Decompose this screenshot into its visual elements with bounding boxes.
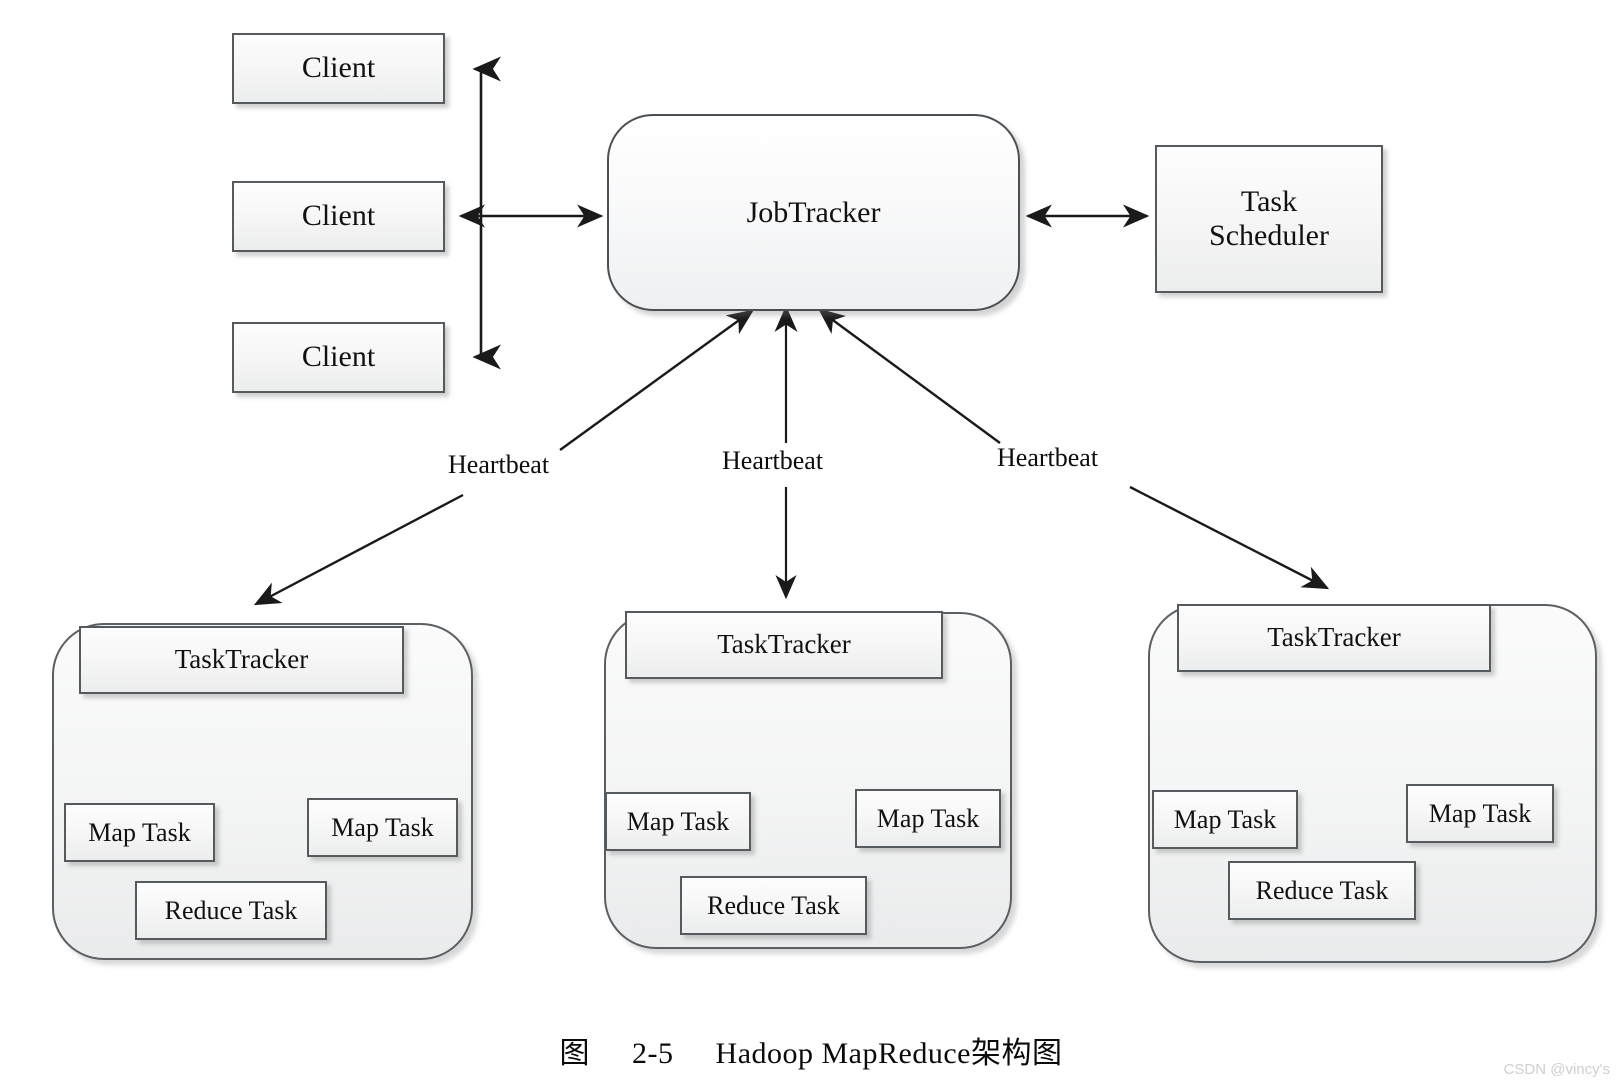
heartbeat-label-2: Heartbeat bbox=[722, 446, 824, 475]
client-box-3[interactable]: Client bbox=[232, 322, 445, 393]
tasktracker-box-1[interactable]: TaskTracker bbox=[79, 626, 404, 694]
figure-caption: 图 2-5 Hadoop MapReduce架构图 bbox=[0, 1028, 1622, 1072]
reduce-task-box-1[interactable]: Reduce Task bbox=[135, 881, 327, 940]
map-task-box-1-right[interactable]: Map Task bbox=[307, 798, 458, 857]
map-task-label: Map Task bbox=[876, 803, 980, 833]
map-task-box-2-left[interactable]: Map Task bbox=[605, 792, 751, 851]
map-task-label: Map Task bbox=[1428, 798, 1532, 828]
tasktracker-label: TaskTracker bbox=[174, 644, 309, 675]
reduce-task-label: Reduce Task bbox=[707, 890, 840, 920]
reduce-task-label: Reduce Task bbox=[1255, 875, 1389, 905]
tasktracker-label: TaskTracker bbox=[717, 629, 851, 660]
caption-number: 2-5 bbox=[632, 1037, 674, 1070]
map-task-box-2-right[interactable]: Map Task bbox=[855, 789, 1001, 848]
task-scheduler-label-line2: Scheduler bbox=[1209, 219, 1329, 252]
map-task-box-3-left[interactable]: Map Task bbox=[1152, 790, 1298, 849]
reduce-task-box-2[interactable]: Reduce Task bbox=[680, 876, 867, 935]
reduce-task-label: Reduce Task bbox=[164, 895, 298, 925]
tasktracker-box-3[interactable]: TaskTracker bbox=[1177, 604, 1491, 672]
tasktracker-label: TaskTracker bbox=[1267, 622, 1401, 653]
client-label: Client bbox=[301, 340, 376, 374]
csdn-watermark: CSDN @vincy's bbox=[1503, 1061, 1610, 1078]
task-scheduler-node[interactable]: Task Scheduler bbox=[1155, 145, 1383, 293]
client-box-1[interactable]: Client bbox=[232, 33, 445, 104]
heartbeat-label-1: Heartbeat bbox=[448, 450, 550, 479]
map-task-label: Map Task bbox=[331, 812, 434, 842]
figure-canvas: Client Client Client JobTracker Task Sch… bbox=[0, 0, 1622, 1086]
jobtracker-label: JobTracker bbox=[746, 195, 881, 229]
map-task-box-1-left[interactable]: Map Task bbox=[64, 803, 215, 862]
task-scheduler-label-line1: Task bbox=[1240, 184, 1298, 218]
map-task-box-3-right[interactable]: Map Task bbox=[1406, 784, 1554, 843]
client-box-2[interactable]: Client bbox=[232, 181, 445, 252]
jobtracker-node[interactable]: JobTracker bbox=[607, 114, 1020, 311]
client-label: Client bbox=[301, 51, 376, 85]
caption-title: Hadoop MapReduce架构图 bbox=[715, 1037, 1063, 1070]
map-task-label: Map Task bbox=[88, 817, 191, 847]
caption-prefix: 图 bbox=[559, 1037, 591, 1070]
map-task-label: Map Task bbox=[1173, 804, 1277, 834]
heartbeat-label-3: Heartbeat bbox=[997, 443, 1099, 472]
map-task-label: Map Task bbox=[626, 806, 730, 836]
reduce-task-box-3[interactable]: Reduce Task bbox=[1228, 861, 1416, 920]
tasktracker-box-2[interactable]: TaskTracker bbox=[625, 611, 943, 679]
client-label: Client bbox=[301, 199, 376, 233]
